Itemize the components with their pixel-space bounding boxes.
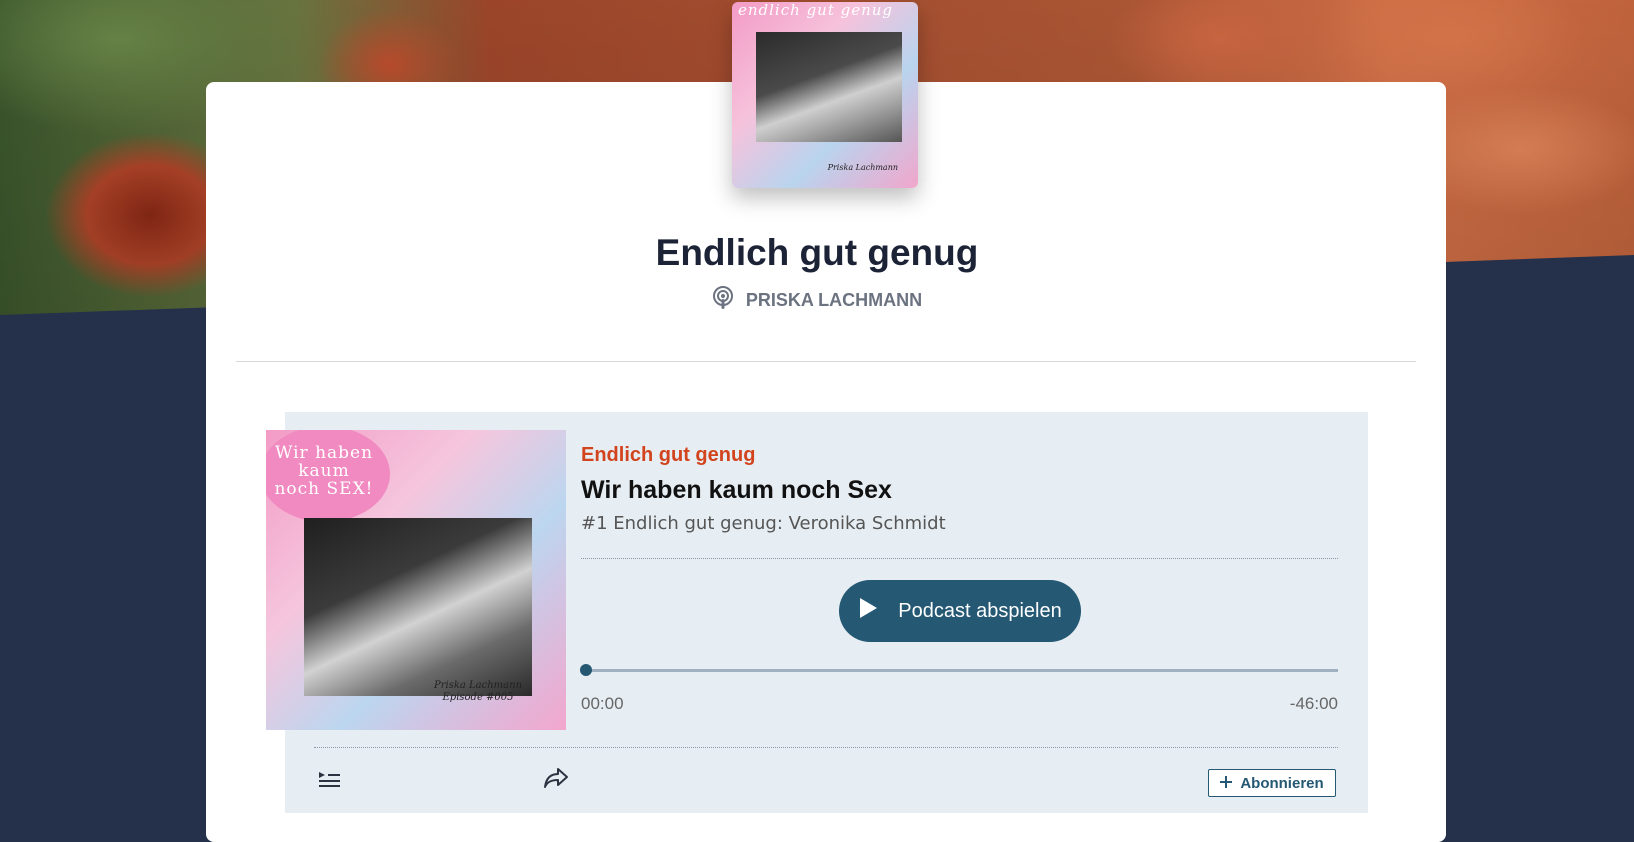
cover-photo xyxy=(756,32,902,142)
art-photo xyxy=(304,518,532,696)
subscribe-label: Abonnieren xyxy=(1240,774,1324,792)
episode-artwork: Wir haben kaum noch SEX! Priska Lachmann… xyxy=(266,430,566,730)
cover-signature: Priska Lachmann xyxy=(827,163,898,172)
progress-handle[interactable] xyxy=(580,664,592,676)
podcast-author: PRISKA LACHMANN xyxy=(0,286,1634,314)
section-divider xyxy=(236,361,1416,362)
cover-script-text: endlich gut genug xyxy=(738,2,894,19)
art-signature: Priska Lachmann Episode #005 xyxy=(434,680,522,704)
play-icon xyxy=(858,597,878,625)
subscribe-button[interactable]: Abonnieren xyxy=(1208,769,1336,797)
author-name: PRISKA LACHMANN xyxy=(745,289,923,310)
share-icon[interactable] xyxy=(543,766,569,794)
art-signature-name: Priska Lachmann xyxy=(434,680,523,691)
podcast-icon xyxy=(712,286,734,314)
info-divider xyxy=(581,558,1338,559)
footer-divider xyxy=(314,747,1338,748)
progress-track[interactable] xyxy=(586,669,1338,672)
podcast-title: Endlich gut genug xyxy=(655,232,979,273)
episode-subtitle: #1 Endlich gut genug: Veronika Schmidt xyxy=(581,513,946,534)
playlist-icon[interactable] xyxy=(318,769,342,793)
time-remaining: -46:00 xyxy=(1289,694,1338,713)
art-bubble-text: Wir haben kaum noch SEX! xyxy=(274,443,374,499)
episode-show-name: Endlich gut genug xyxy=(581,444,756,466)
art-episode-label: Episode #005 xyxy=(442,692,514,703)
time-elapsed: 00:00 xyxy=(581,694,624,713)
podcast-cover: endlich gut genug Priska Lachmann xyxy=(732,2,918,188)
episode-title: Wir haben kaum noch Sex xyxy=(581,476,892,504)
play-button[interactable]: Podcast abspielen xyxy=(839,580,1081,642)
plus-icon xyxy=(1220,775,1233,792)
play-button-label: Podcast abspielen xyxy=(898,599,1062,622)
